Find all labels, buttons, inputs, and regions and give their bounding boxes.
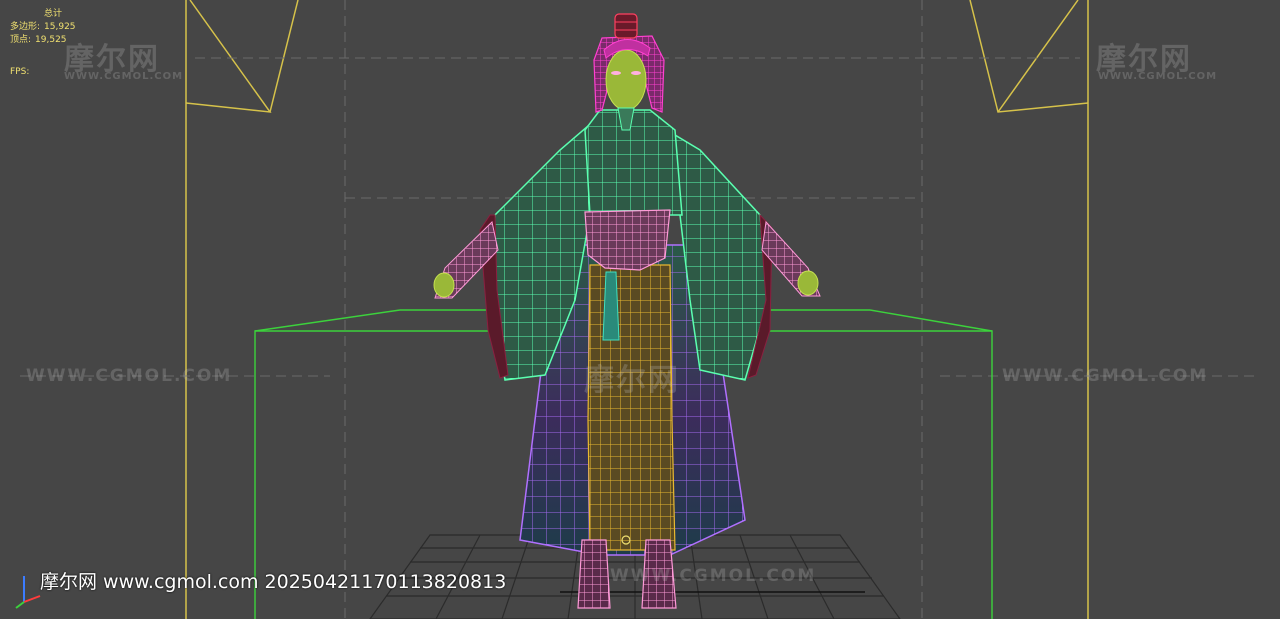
stats-header: 总计 — [44, 9, 63, 19]
watermark-logo-sub-left: WWW.CGMOL.COM — [64, 71, 184, 82]
head-face — [605, 49, 647, 111]
right-eye — [631, 71, 641, 75]
watermark-url-left: WWW.CGMOL.COM — [26, 366, 233, 386]
credit-text: 摩尔网 www.cgmol.com 20250421170113820813 — [40, 571, 507, 593]
viewport-perspective[interactable]: 总计 多边形: 15,925 顶点: 19,525 FPS: 摩尔网 WWW.CGM… — [0, 0, 1280, 619]
left-hand — [433, 272, 455, 298]
scene-canvas[interactable] — [0, 0, 1280, 619]
vertices-label: 顶点: — [10, 35, 32, 45]
vertices-value: 19,525 — [35, 35, 67, 45]
polygons-label: 多边形: — [10, 22, 41, 32]
watermark-url-bottom: WWW.CGMOL.COM — [610, 566, 817, 586]
stats-polygons-row: 多边形: 15,925 — [10, 21, 76, 34]
watermark-logo-sub-right: WWW.CGMOL.COM — [1098, 71, 1218, 82]
hair-bun — [614, 13, 638, 39]
watermark-logo-center: 摩尔网 — [584, 363, 680, 398]
watermark-url-right: WWW.CGMOL.COM — [1002, 366, 1209, 386]
character-model[interactable] — [433, 13, 821, 609]
polygons-value: 15,925 — [44, 22, 76, 32]
fps-label: FPS: — [10, 67, 30, 77]
left-eye — [611, 71, 621, 75]
right-hand — [797, 270, 819, 296]
tassel — [602, 271, 620, 341]
